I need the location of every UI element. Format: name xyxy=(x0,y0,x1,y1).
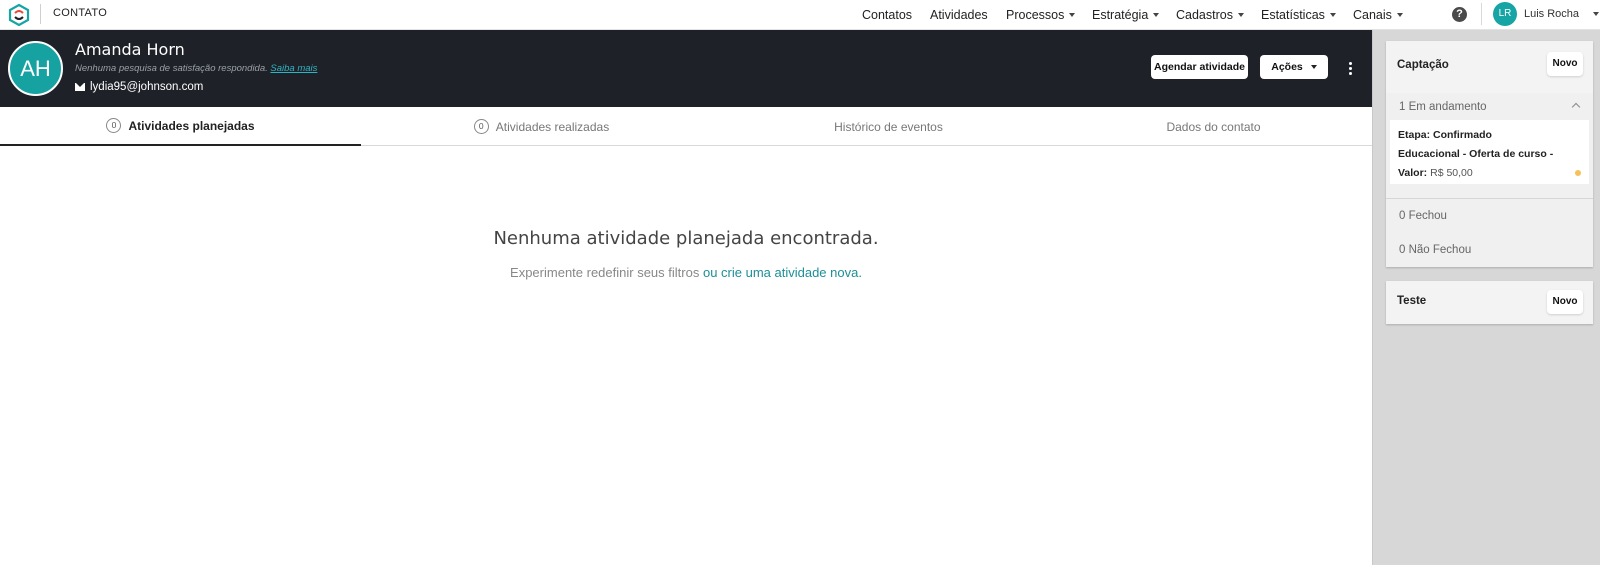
tab-label: Atividades realizadas xyxy=(495,119,610,134)
tab-dados-do-contato[interactable]: Dados do contato xyxy=(1055,107,1372,146)
user-divider xyxy=(1481,3,1482,25)
card-header: Captação Novo xyxy=(1386,41,1593,93)
survey-learn-more-link[interactable]: Saiba mais xyxy=(270,63,317,74)
card-title: Captação xyxy=(1397,59,1449,71)
more-options-icon[interactable] xyxy=(1349,62,1352,77)
create-activity-link[interactable]: ou crie uma atividade nova. xyxy=(703,265,862,280)
nav-label: Cadastros xyxy=(1176,8,1233,22)
caret-down-icon xyxy=(1153,13,1160,17)
tab-atividades-planejadas[interactable]: 0 Atividades planejadas xyxy=(0,107,361,146)
empty-state-hint: Experimente redefinir seus filtros xyxy=(510,265,700,280)
nav-label: Processos xyxy=(1006,8,1065,22)
in-progress-label: 1 Em andamento xyxy=(1399,100,1487,113)
in-progress-section-toggle[interactable]: 1 Em andamento xyxy=(1386,93,1593,120)
user-name[interactable]: Luis Rocha xyxy=(1524,8,1579,20)
new-deal-button[interactable]: Novo xyxy=(1547,52,1583,76)
logo-divider xyxy=(40,4,41,24)
nav-label: Estatísticas xyxy=(1261,8,1325,22)
nav-item-atividades[interactable]: Atividades xyxy=(930,0,988,30)
survey-text: Nenhuma pesquisa de satisfação respondid… xyxy=(75,63,268,74)
empty-state-title: Nenhuma atividade planejada encontrada. xyxy=(493,228,879,249)
nav-item-estrategia[interactable]: Estratégia xyxy=(1092,0,1160,30)
empty-state-subtitle: Experimente redefinir seus filtros ou cr… xyxy=(0,265,1372,280)
nav-label: Contatos xyxy=(862,8,913,22)
tab-label: Dados do contato xyxy=(1166,119,1261,134)
closed-lost-section[interactable]: 0 Não Fechou xyxy=(1386,233,1593,267)
closed-won-section[interactable]: 0 Fechou xyxy=(1386,199,1593,233)
tab-historico-de-eventos[interactable]: Histórico de eventos xyxy=(722,107,1055,146)
app-logo-icon[interactable] xyxy=(8,4,30,26)
deal-card[interactable]: Etapa: Confirmado Educacional - Oferta d… xyxy=(1390,120,1589,184)
pipeline-card-captacao: Captação Novo 1 Em andamento Etapa: Conf… xyxy=(1386,41,1593,267)
survey-status: Nenhuma pesquisa de satisfação respondid… xyxy=(75,63,317,74)
mail-icon xyxy=(75,83,85,91)
nav-item-processos[interactable]: Processos xyxy=(1006,0,1076,30)
caret-down-icon xyxy=(1329,13,1336,17)
nav-label: Canais xyxy=(1353,8,1392,22)
user-menu-caret-icon[interactable] xyxy=(1593,12,1599,16)
tab-label: Atividades planejadas xyxy=(128,118,255,133)
caret-down-icon xyxy=(1237,13,1244,17)
user-avatar[interactable]: LR xyxy=(1493,2,1517,26)
value-label: Valor: xyxy=(1398,167,1428,179)
new-deal-button[interactable]: Novo xyxy=(1547,290,1583,314)
nav-item-estatisticas[interactable]: Estatísticas xyxy=(1261,0,1336,30)
section-title: CONTATO xyxy=(53,7,108,19)
deal-stage: Confirmado xyxy=(1433,129,1492,141)
contact-avatar: AH xyxy=(8,41,63,96)
contact-header: AH Amanda Horn Nenhuma pesquisa de satis… xyxy=(0,30,1372,107)
nav-label: Estratégia xyxy=(1092,8,1149,22)
caret-down-icon xyxy=(1396,13,1403,17)
nav-item-cadastros[interactable]: Cadastros xyxy=(1176,0,1244,30)
actions-label: Ações xyxy=(1271,61,1303,73)
contact-email[interactable]: lydia95@johnson.com xyxy=(90,81,203,93)
tab-label: Histórico de eventos xyxy=(834,119,943,134)
tab-atividades-realizadas[interactable]: 0 Atividades realizadas xyxy=(361,107,722,146)
nav-item-contatos[interactable]: Contatos xyxy=(862,0,912,30)
stage-label: Etapa: xyxy=(1398,129,1431,141)
caret-down-icon xyxy=(1310,65,1317,69)
deals-sidebar: Captação Novo 1 Em andamento Etapa: Conf… xyxy=(1372,30,1600,565)
help-icon[interactable]: ? xyxy=(1452,7,1467,22)
deal-product: Educacional - Oferta de curso - xyxy=(1398,148,1554,160)
top-navbar: CONTATO Contatos Atividades Processos Es… xyxy=(0,0,1600,30)
nav-label: Atividades xyxy=(930,8,988,22)
schedule-activity-button[interactable]: Agendar atividade xyxy=(1151,55,1248,79)
contact-tabs: 0 Atividades planejadas 0 Atividades rea… xyxy=(0,107,1372,146)
actions-button[interactable]: Ações xyxy=(1260,55,1328,79)
caret-down-icon xyxy=(1069,13,1076,17)
status-dot-icon xyxy=(1575,170,1581,176)
tab-count-badge: 0 xyxy=(473,119,489,134)
contact-email-row: lydia95@johnson.com xyxy=(75,81,203,93)
nav-item-canais[interactable]: Canais xyxy=(1353,0,1403,30)
contact-name: Amanda Horn xyxy=(75,40,185,59)
chevron-up-icon xyxy=(1571,102,1581,112)
deal-value: R$ 50,00 xyxy=(1430,167,1473,179)
pipeline-card-teste: Teste Novo xyxy=(1386,281,1593,324)
card-title: Teste xyxy=(1397,295,1427,307)
card-header: Teste Novo xyxy=(1386,281,1593,324)
tab-count-badge: 0 xyxy=(106,118,122,133)
